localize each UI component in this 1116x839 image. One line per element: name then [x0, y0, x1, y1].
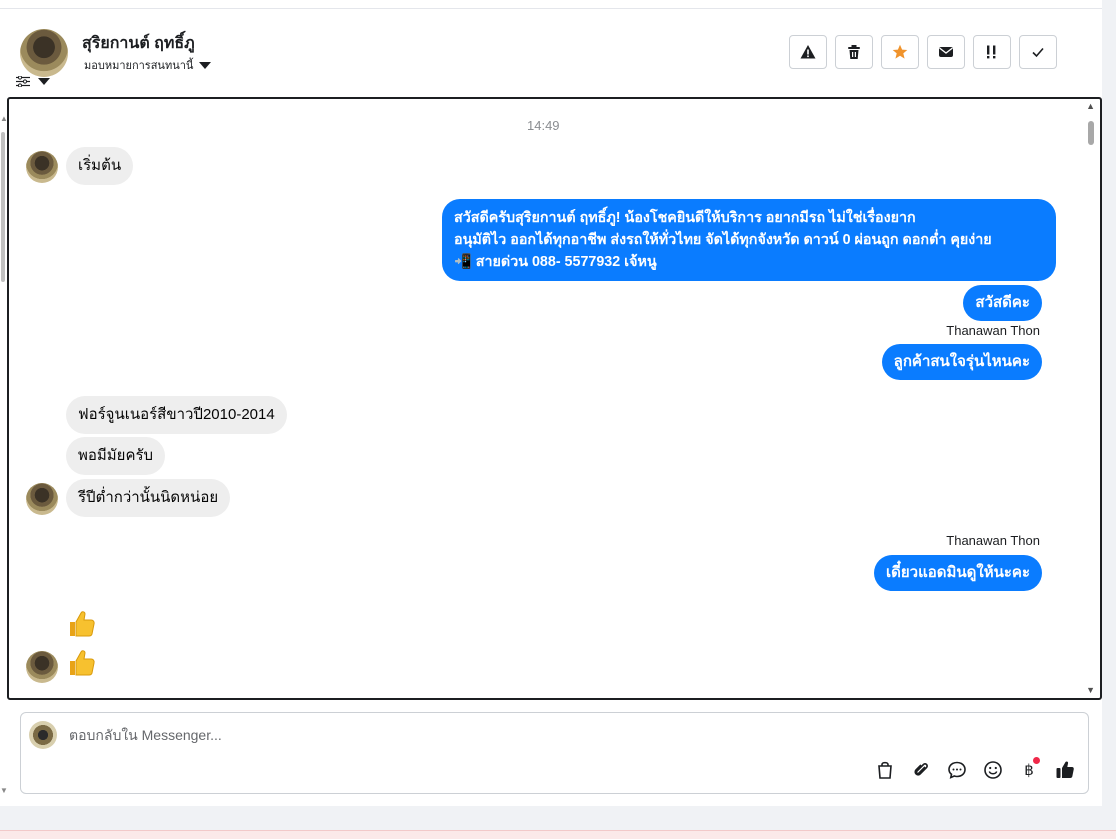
report-spam-button[interactable]: [789, 35, 827, 69]
message-bubble-outgoing[interactable]: เดี๋ยวแอดมินดูให้นะคะ: [874, 555, 1042, 591]
divider: [0, 8, 1102, 9]
check-icon: [1032, 47, 1044, 58]
message-bubble-incoming[interactable]: รีปีต่ำกว่านั้นนิดหน่อย: [66, 479, 231, 517]
filter-dropdown[interactable]: [16, 76, 50, 87]
chevron-down-icon: [38, 78, 50, 85]
sender-name: Thanawan Thon: [946, 533, 1040, 548]
scroll-up-arrow-icon[interactable]: ▲: [1086, 101, 1095, 111]
reply-input[interactable]: [69, 727, 849, 743]
chevron-down-icon: [199, 61, 212, 69]
message-bubble-incoming[interactable]: เริ่มต้น: [66, 147, 134, 185]
star-icon: [892, 44, 908, 59]
page-avatar: [29, 721, 57, 749]
message-bubble-outgoing[interactable]: ลูกค้าสนใจรุ่นไหนคะ: [881, 344, 1042, 380]
message-line: 📲 สายด่วน 088- 5577932 เจ้หนู: [454, 254, 657, 270]
sender-name: Thanawan Thon: [946, 323, 1040, 338]
message-line: อนุมัติไว ออกได้ทุกอาชีพ ส่งรถให้ทั่วไทย…: [454, 232, 992, 248]
important-icon: [987, 45, 996, 59]
mark-unread-button[interactable]: [927, 35, 965, 69]
scroll-thumb[interactable]: [1, 132, 5, 282]
payment-button[interactable]: ฿: [1018, 757, 1040, 781]
assign-label: มอบหมายการสนทนานี้: [84, 60, 194, 72]
composer-toolbar: ฿: [874, 757, 1076, 781]
shopping-bag-icon: [878, 761, 892, 779]
saved-replies-button[interactable]: [946, 759, 968, 781]
warning-icon: [800, 45, 816, 59]
like-icon: [1056, 761, 1074, 778]
contact-avatar[interactable]: [20, 29, 68, 77]
mark-done-button[interactable]: [1019, 35, 1057, 69]
thumbs-up-icon[interactable]: [66, 609, 96, 639]
message-bubble-outgoing[interactable]: สวัสดีครับสุริยกานต์ ฤทธิ์ภู! น้องโชคยิน…: [442, 199, 1056, 281]
message-timestamp: 14:49: [527, 118, 560, 133]
chat-bubble-icon: [948, 761, 966, 779]
message-line: สวัสดีครับสุริยกานต์ ฤทธิ์ภู! น้องโชคยิน…: [454, 210, 916, 226]
conversation-panel: ▲ ▼ สุริยกานต์ ฤทธิ์ภู มอบหมายการสนทนานี…: [0, 0, 1102, 806]
like-button[interactable]: [1054, 759, 1076, 781]
thread-scrollbar[interactable]: ▲ ▼: [1086, 99, 1098, 698]
message-bubble-incoming[interactable]: ฟอร์จูนเนอร์สีขาวปี2010-2014: [66, 396, 287, 434]
contact-avatar[interactable]: [26, 483, 58, 515]
baht-icon: ฿: [1024, 762, 1034, 779]
emoji-button[interactable]: [982, 759, 1004, 781]
scroll-thumb[interactable]: [1088, 121, 1094, 145]
mail-icon: [939, 47, 953, 57]
contact-avatar[interactable]: [26, 651, 58, 683]
contact-avatar[interactable]: [26, 151, 58, 183]
contact-name[interactable]: สุริยกานต์ ฤทธิ์ภู: [82, 31, 195, 56]
header-actions: [789, 35, 1057, 69]
scroll-down-arrow-icon[interactable]: ▼: [0, 786, 8, 795]
reply-composer: ฿: [20, 712, 1089, 794]
scroll-down-arrow-icon[interactable]: ▼: [1086, 685, 1095, 695]
star-button[interactable]: [881, 35, 919, 69]
attach-button[interactable]: [910, 759, 932, 781]
notification-dot: [1033, 757, 1040, 764]
paperclip-icon: [914, 763, 928, 776]
trash-icon: [848, 45, 860, 59]
delete-button[interactable]: [835, 35, 873, 69]
assign-conversation-dropdown[interactable]: มอบหมายการสนทนานี้: [84, 56, 212, 74]
shopping-bag-button[interactable]: [874, 759, 896, 781]
sliders-icon: [16, 76, 30, 87]
message-bubble-incoming[interactable]: พอมีมัยครับ: [66, 437, 166, 475]
smile-icon: [984, 761, 1002, 779]
left-scrollbar[interactable]: ▲ ▼: [0, 96, 8, 801]
thumbs-up-icon[interactable]: [66, 648, 96, 678]
follow-up-button[interactable]: [973, 35, 1011, 69]
message-bubble-outgoing[interactable]: สวัสดีคะ: [963, 285, 1042, 321]
